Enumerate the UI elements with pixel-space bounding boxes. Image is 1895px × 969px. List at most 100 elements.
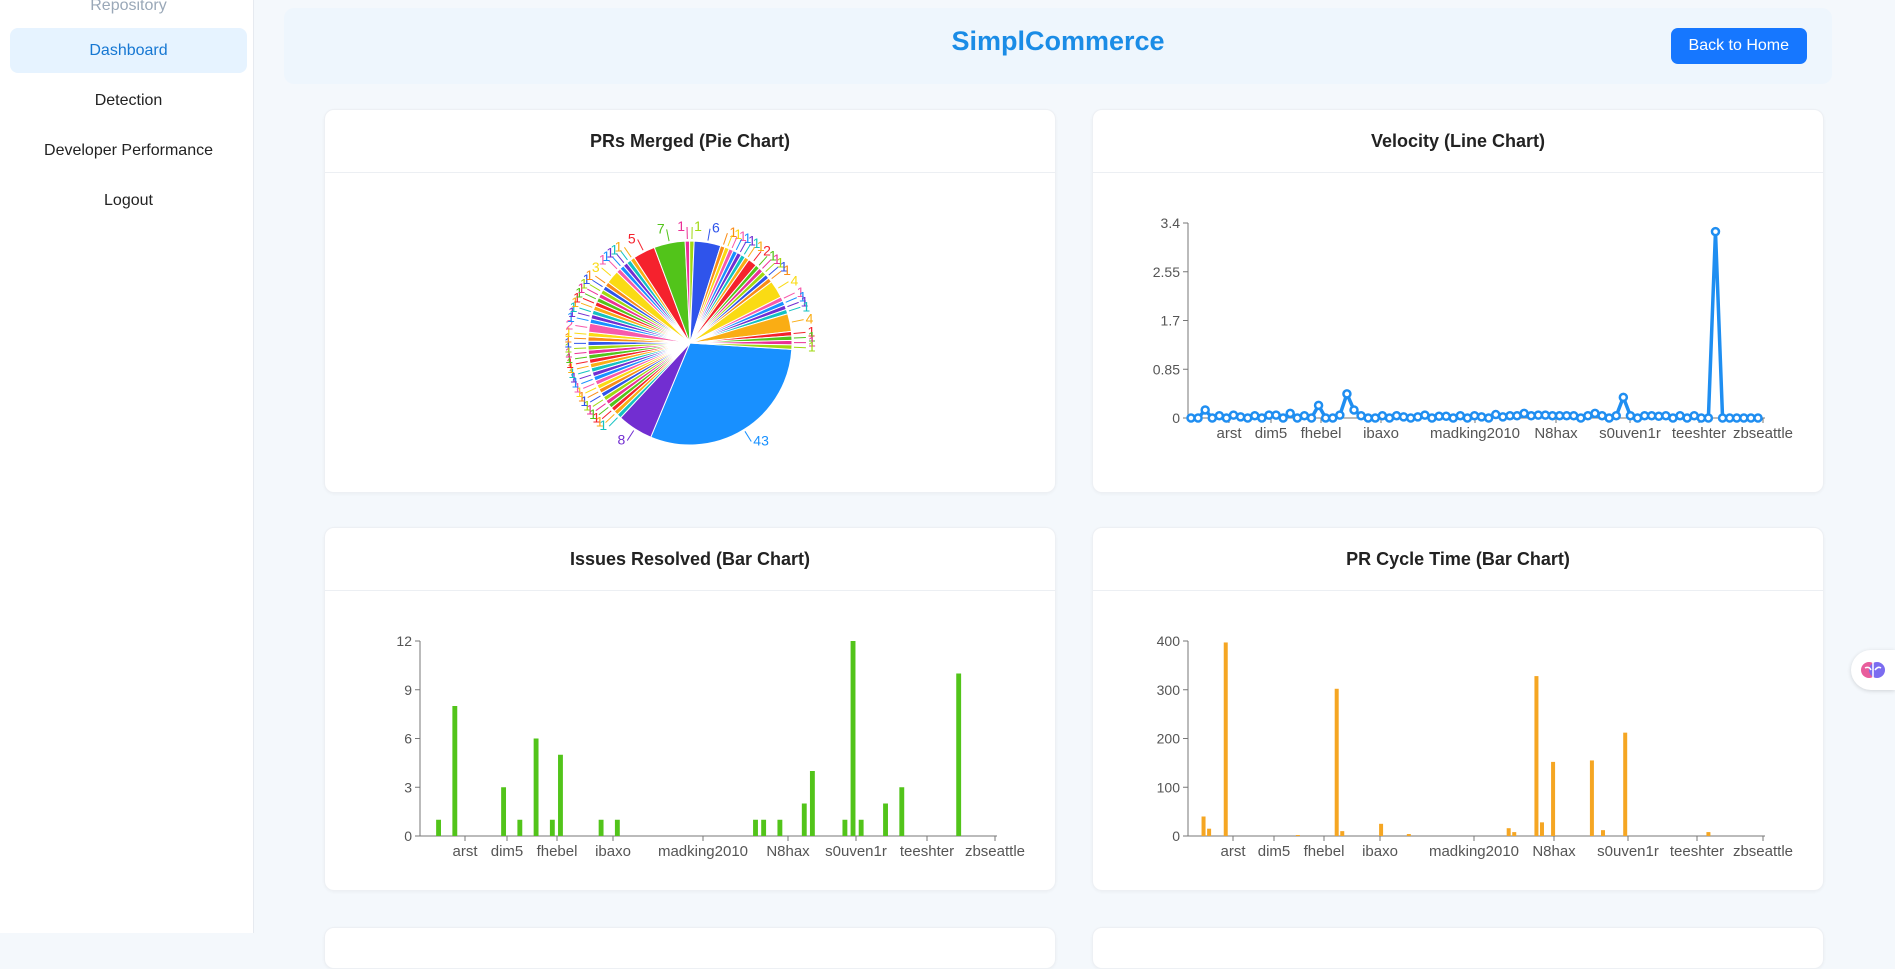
bar: [1623, 733, 1627, 836]
x-tick-label: N8hax: [1532, 843, 1576, 860]
bar: [1706, 832, 1710, 836]
x-tick-label: teeshter: [1672, 425, 1726, 442]
pie-label-line: [577, 318, 589, 321]
y-tick-label: 100: [1157, 779, 1181, 795]
velocity-point: [1351, 406, 1358, 413]
page-title: SimplCommerce: [284, 26, 1832, 57]
x-tick-label: N8hax: [766, 843, 810, 860]
pie-label-line: [602, 268, 611, 276]
prs-merged-pie-chart: 4381111111111111111111112111111111131111…: [325, 173, 1055, 491]
y-tick-label: 400: [1157, 633, 1181, 649]
pie-label-line: [794, 332, 806, 333]
assistant-float-button[interactable]: [1851, 650, 1895, 690]
velocity-point: [1343, 390, 1350, 397]
pie-label-line: [624, 247, 631, 257]
y-tick-label: 3: [404, 779, 412, 795]
sidebar-item-developer-performance[interactable]: Developer Performance: [10, 128, 247, 173]
x-tick-label: s0uven1r: [825, 843, 887, 860]
pie-label-line: [708, 229, 710, 241]
pie-label-line: [588, 392, 599, 398]
card-title: Issues Resolved (Bar Chart): [325, 528, 1055, 591]
pie-label-line: [578, 313, 590, 316]
x-tick-label: zbseattle: [965, 843, 1025, 860]
pie-label-line: [583, 298, 594, 303]
card-title: PRs Merged (Pie Chart): [325, 110, 1055, 173]
pie-label-line: [772, 271, 781, 278]
bar: [1512, 832, 1516, 836]
velocity-point: [1202, 406, 1209, 413]
sidebar-item-logout[interactable]: Logout: [10, 178, 247, 223]
pie-label-line: [787, 302, 798, 306]
velocity-point: [1280, 415, 1287, 422]
x-tick-label: dim5: [1258, 843, 1291, 860]
x-tick-label: dim5: [491, 843, 524, 860]
y-tick-label: 12: [396, 633, 412, 649]
bar: [1296, 835, 1300, 836]
x-tick-label: dim5: [1255, 425, 1288, 442]
y-tick-label: 0: [1172, 828, 1180, 844]
pie-label-line: [590, 396, 600, 402]
bar: [777, 820, 782, 836]
issues-resolved-card: Issues Resolved (Bar Chart) 036912arstdi…: [324, 527, 1056, 891]
y-tick-label: 200: [1157, 731, 1181, 747]
pie-label-line: [587, 289, 598, 295]
back-to-home-button[interactable]: Back to Home: [1671, 28, 1807, 64]
velocity-card: Velocity (Line Chart) 00.851.72.553.4ars…: [1092, 109, 1824, 493]
page-header: SimplCommerce Back to Home: [284, 8, 1832, 84]
bar: [1340, 831, 1344, 836]
bar: [1202, 817, 1206, 837]
velocity-point: [1705, 415, 1712, 422]
bar: [1224, 642, 1228, 836]
card-title: Velocity (Line Chart): [1093, 110, 1823, 173]
bar: [802, 804, 807, 837]
x-tick-label: fhebel: [1301, 425, 1342, 442]
pie-label-line: [590, 285, 600, 291]
pie-label-line: [581, 379, 592, 383]
bar: [436, 820, 441, 836]
bar: [1534, 676, 1538, 836]
pie-label: 1: [694, 218, 702, 234]
pie-label-line: [769, 267, 778, 275]
velocity-point: [1407, 415, 1414, 422]
next-card-partial: [1092, 927, 1824, 969]
pr-cycle-time-card: PR Cycle Time (Bar Chart) 0100200300400a…: [1092, 527, 1824, 891]
x-tick-label: arst: [452, 843, 478, 860]
x-tick-label: fhebel: [537, 843, 578, 860]
pie-label-line: [724, 233, 728, 244]
x-tick-label: N8hax: [1534, 425, 1578, 442]
pie-label-line: [583, 384, 594, 389]
sidebar-item-repository[interactable]: Repository: [10, 0, 247, 28]
bar: [534, 739, 539, 837]
bar: [1335, 689, 1339, 836]
x-tick-label: s0uven1r: [1599, 425, 1661, 442]
x-tick-label: teeshter: [900, 843, 954, 860]
velocity-line-chart: 00.851.72.553.4arstdim5fhebelibaxomadkin…: [1093, 173, 1823, 491]
pie-label-line: [595, 276, 605, 283]
pie-label-line: [784, 293, 795, 298]
pie-label: 8: [617, 432, 625, 448]
bar: [1379, 824, 1383, 836]
pie-label-line: [578, 371, 590, 374]
bar: [599, 820, 604, 836]
bar: [753, 820, 758, 836]
y-tick-label: 6: [404, 731, 412, 747]
velocity-point: [1755, 415, 1762, 422]
y-tick-label: 0: [1172, 410, 1180, 426]
sidebar-item-detection[interactable]: Detection: [10, 78, 247, 123]
pie-label-line: [762, 260, 770, 269]
bar: [1590, 760, 1594, 836]
pie-label-line: [638, 239, 643, 250]
pie-label: 7: [657, 220, 665, 236]
pie-label-line: [794, 337, 806, 338]
bar: [1507, 828, 1511, 836]
velocity-point: [1393, 412, 1400, 419]
sidebar-item-dashboard[interactable]: Dashboard: [10, 28, 247, 73]
bar: [550, 820, 555, 836]
pie-label-line: [667, 229, 669, 241]
pie-label-line: [745, 431, 751, 441]
velocity-point: [1400, 413, 1407, 420]
y-tick-label: 0: [404, 828, 412, 844]
pie-label-line: [575, 357, 587, 359]
velocity-point: [1613, 412, 1620, 419]
y-tick-label: 2.55: [1153, 264, 1180, 280]
